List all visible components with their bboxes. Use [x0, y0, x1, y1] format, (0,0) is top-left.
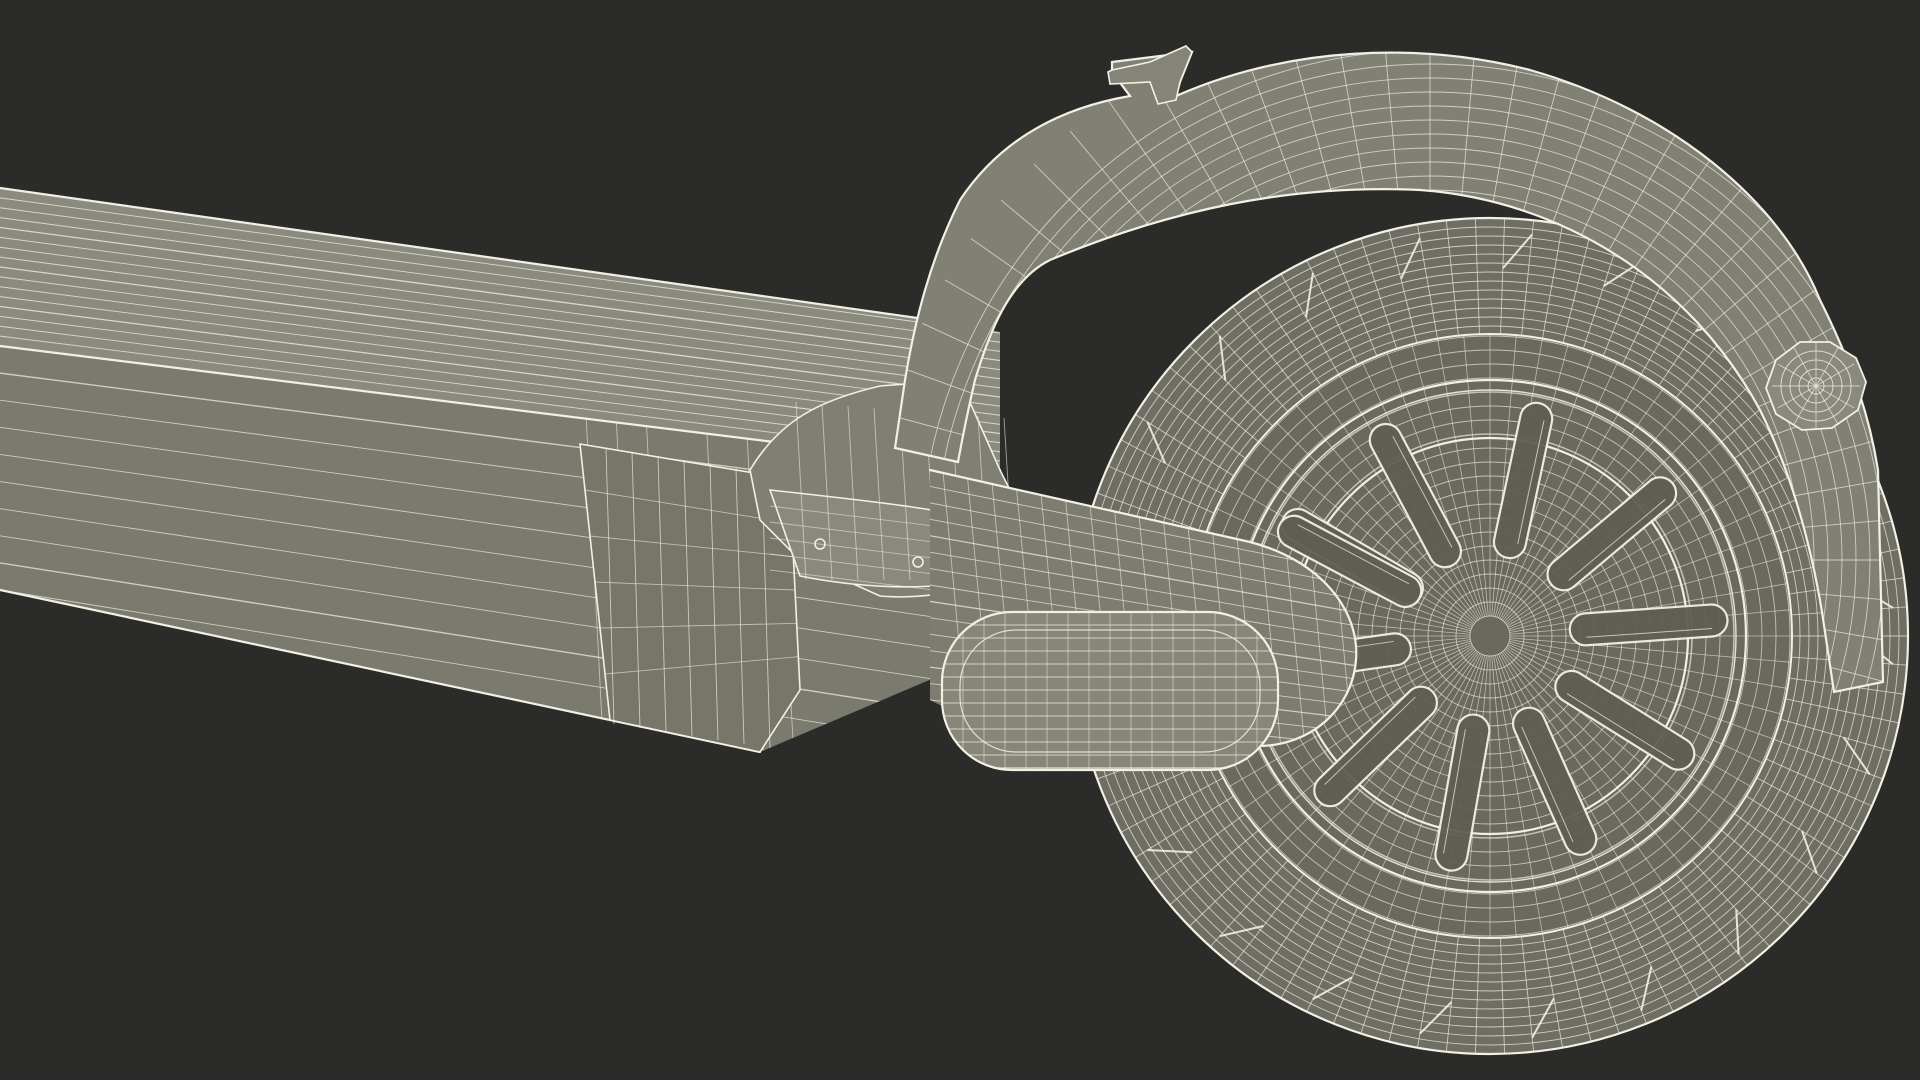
axle-cap	[940, 610, 1280, 772]
render-viewport	[0, 0, 1920, 1080]
wireframe-render-scene	[0, 45, 1910, 1056]
